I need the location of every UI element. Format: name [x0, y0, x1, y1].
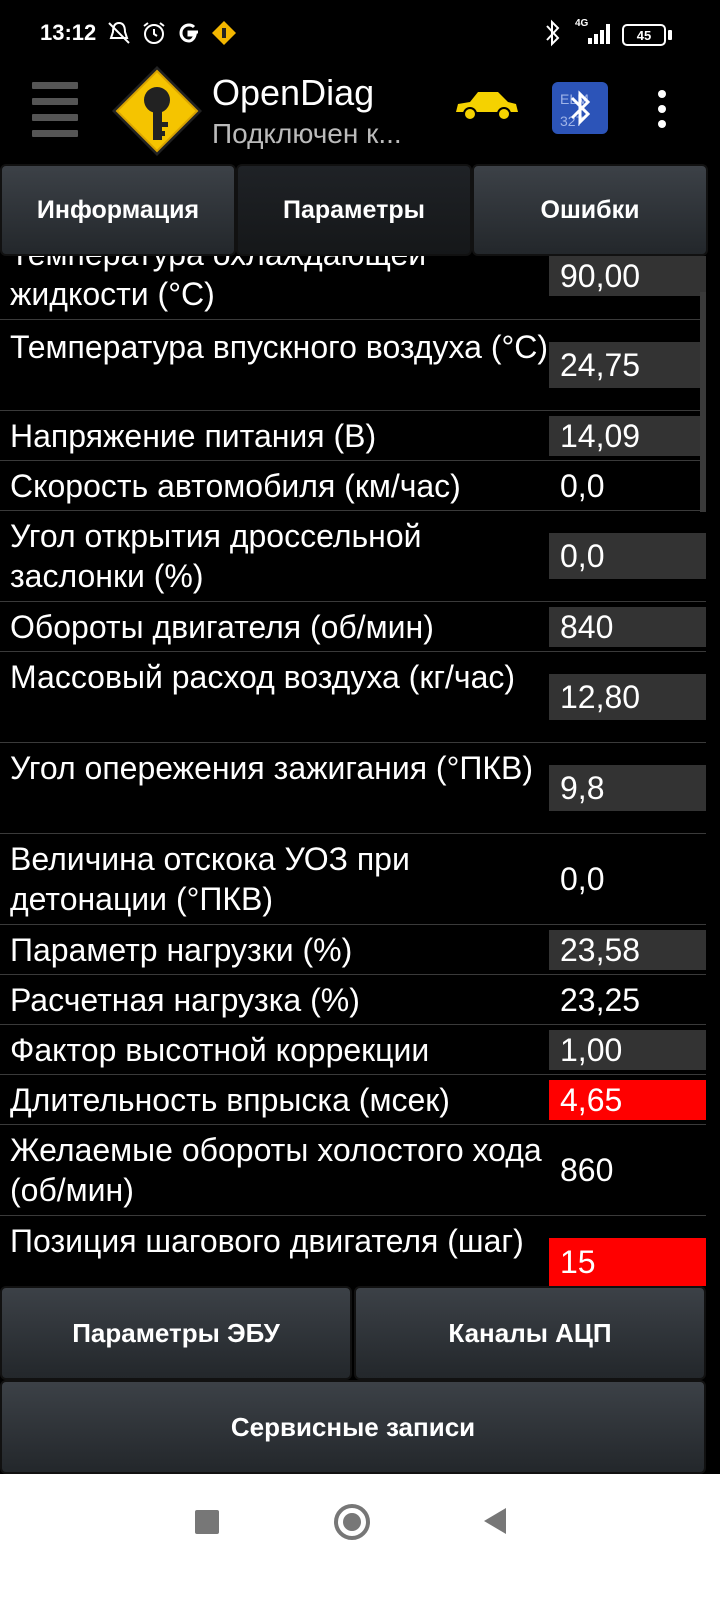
system-nav-bar: [0, 1474, 720, 1600]
param-label: Позиция шагового двигателя (шаг): [10, 1223, 524, 1259]
home-icon[interactable]: [334, 1504, 370, 1540]
app-logo-icon: [112, 66, 202, 156]
param-value: 840: [549, 607, 706, 647]
param-label: Напряжение питания (В): [10, 418, 377, 454]
parameters-list[interactable]: Температура охлаждающей жидкости (°C) 90…: [0, 256, 720, 1286]
scrollbar[interactable]: [700, 292, 706, 512]
car-icon[interactable]: [452, 86, 520, 126]
adc-channels-button[interactable]: Каналы АЦП: [354, 1286, 706, 1380]
table-row: Величина отскока УОЗ при детонации (°ПКВ…: [0, 834, 706, 925]
param-label: Обороты двигателя (об/мин): [10, 609, 434, 645]
table-row: Желаемые обороты холостого хода (об/мин)…: [0, 1125, 706, 1216]
alarm-icon: [143, 22, 165, 44]
overflow-menu-icon[interactable]: [654, 90, 670, 130]
table-row: Позиция шагового двигателя (шаг) 15: [0, 1216, 706, 1286]
param-label: Скорость автомобиля (км/час): [10, 468, 461, 504]
status-time: 13:12: [40, 20, 97, 45]
tab-errors[interactable]: Ошибки: [472, 164, 708, 256]
table-row: Расчетная нагрузка (%) 23,25: [0, 975, 706, 1025]
param-label: Величина отскока УОЗ при детонации (°ПКВ…: [10, 841, 410, 917]
param-value: 1,00: [549, 1030, 706, 1070]
table-row: Угол опережения зажигания (°ПКВ) 9,8: [0, 743, 706, 834]
recent-apps-icon[interactable]: [195, 1510, 219, 1534]
ecu-params-button[interactable]: Параметры ЭБУ: [0, 1286, 352, 1380]
param-label: Угол опережения зажигания (°ПКВ): [10, 750, 534, 786]
battery-tip: [668, 30, 672, 40]
service-records-button[interactable]: Сервисные записи: [0, 1380, 706, 1474]
param-label: Желаемые обороты холостого хода (об/мин): [10, 1132, 542, 1208]
bluetooth-elm327-icon[interactable]: ELM 327: [552, 82, 608, 134]
param-label: Длительность впрыска (мсек): [10, 1082, 450, 1118]
param-value: 90,00: [549, 256, 706, 296]
param-value: 14,09: [549, 416, 706, 456]
table-row: Массовый расход воздуха (кг/час) 12,80: [0, 652, 706, 743]
table-row: Параметр нагрузки (%) 23,58: [0, 925, 706, 975]
app-title: OpenDiag: [212, 72, 375, 113]
param-value: 23,25: [560, 982, 641, 1018]
tab-info[interactable]: Информация: [0, 164, 236, 256]
param-label: Температура охлаждающей жидкости (°C): [10, 256, 426, 312]
battery-icon: 45: [622, 24, 666, 46]
param-value: 0,0: [560, 468, 605, 504]
table-row: Напряжение питания (В) 14,09: [0, 411, 706, 461]
param-label: Фактор высотной коррекции: [10, 1032, 430, 1068]
action-bar: OpenDiag Подключен к... ELM 327: [0, 66, 720, 164]
status-bar: 13:12 4G 45: [0, 0, 720, 68]
param-label: Расчетная нагрузка (%): [10, 982, 360, 1018]
param-value: 24,75: [549, 342, 706, 388]
google-icon: [179, 23, 198, 43]
bluetooth-icon: [546, 19, 560, 47]
table-row: Обороты двигателя (об/мин) 840: [0, 602, 706, 652]
param-value: 12,80: [549, 674, 706, 720]
table-row: Скорость автомобиля (км/час) 0,0: [0, 461, 706, 511]
table-row: Температура охлаждающей жидкости (°C) 90…: [0, 256, 706, 320]
menu-icon[interactable]: [32, 82, 82, 138]
param-value: 0,0: [549, 533, 706, 579]
mute-icon: [108, 21, 130, 44]
table-row: Фактор высотной коррекции 1,00: [0, 1025, 706, 1075]
param-value-alert: 4,65: [549, 1080, 706, 1120]
param-label: Параметр нагрузки (%): [10, 932, 353, 968]
table-row: Длительность впрыска (мсек) 4,65: [0, 1075, 706, 1125]
param-label: Температура впускного воздуха (°C): [10, 329, 549, 365]
connection-status: Подключен к...: [212, 118, 402, 149]
tab-parameters[interactable]: Параметры: [236, 164, 472, 256]
param-label: Массовый расход воздуха (кг/час): [10, 659, 516, 695]
param-value-alert: 15: [549, 1238, 706, 1286]
signal-4g-icon: [588, 24, 610, 44]
param-value: 860: [560, 1152, 614, 1188]
back-icon[interactable]: [484, 1508, 506, 1534]
battery-level: 45: [636, 27, 652, 43]
param-value: 0,0: [560, 861, 605, 897]
param-value: 23,58: [549, 930, 706, 970]
table-row: Температура впускного воздуха (°C) 24,75: [0, 320, 706, 411]
tab-bar: Информация Параметры Ошибки: [0, 164, 720, 256]
param-label: Угол открытия дроссельной заслонки (%): [10, 518, 422, 594]
maps-icon: [212, 21, 236, 45]
table-row: Угол открытия дроссельной заслонки (%) 0…: [0, 511, 706, 602]
param-value: 9,8: [549, 765, 706, 811]
